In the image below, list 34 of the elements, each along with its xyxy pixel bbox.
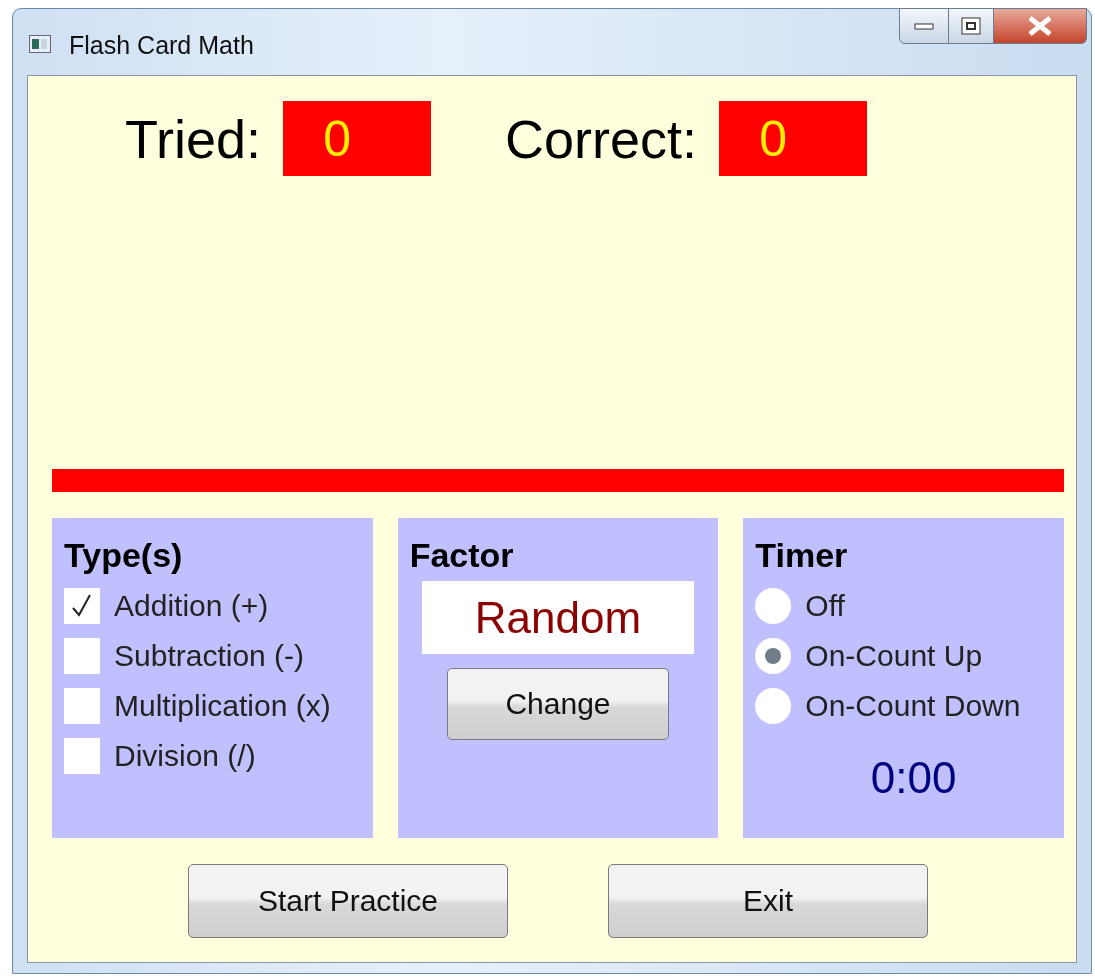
radio-label: Off — [805, 589, 845, 623]
score-label: Tried: — [125, 107, 262, 170]
radio-button[interactable] — [755, 588, 792, 624]
timer-display: 0:00 — [869, 753, 958, 803]
radio-button[interactable] — [755, 688, 792, 724]
radio-label: On-Count Up — [805, 639, 983, 673]
panel-title: Timer — [755, 536, 849, 575]
checkbox-label: Addition (+) — [114, 589, 269, 623]
factor-value: Random — [421, 581, 695, 654]
checkbox-label: Multiplication (x) — [114, 689, 331, 723]
checkbox[interactable] — [64, 738, 100, 774]
restore-icon — [961, 17, 981, 35]
radio-button[interactable] — [755, 638, 792, 674]
close-icon — [1027, 16, 1053, 36]
checkbox-label: Division (/) — [114, 739, 256, 773]
minimize-icon — [914, 21, 934, 31]
change-button[interactable]: Change — [447, 668, 669, 740]
start-practice-button[interactable]: Start Practice — [188, 864, 508, 938]
minimize-button[interactable] — [899, 8, 949, 44]
window-title: Flash Card Math — [69, 31, 254, 60]
checkbox-label: Subtraction (-) — [114, 639, 305, 673]
exit-button[interactable]: Exit — [608, 864, 928, 938]
score-value: 0 — [283, 101, 432, 176]
score-value: 0 — [719, 101, 868, 176]
radio-label: On-Count Down — [805, 689, 1021, 723]
checkbox[interactable] — [64, 638, 100, 674]
panel-title: Factor — [409, 536, 515, 575]
checkbox[interactable] — [64, 688, 100, 724]
restore-button[interactable] — [949, 8, 994, 44]
score-label: Correct: — [505, 107, 698, 170]
app-icon — [29, 35, 51, 53]
checkbox[interactable] — [64, 588, 100, 624]
close-button[interactable] — [994, 8, 1087, 44]
panel-title: Type(s) — [64, 536, 184, 575]
